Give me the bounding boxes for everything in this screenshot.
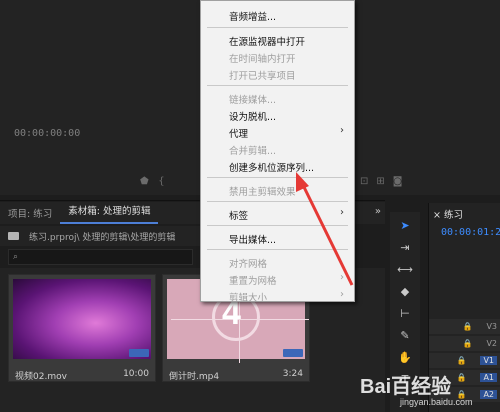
search-input[interactable]: ⌕: [8, 249, 193, 265]
slip-icon[interactable]: ⊢: [397, 306, 413, 322]
menu-separator: [207, 225, 348, 226]
track-label: V2: [486, 339, 497, 348]
lock-icon[interactable]: 🔒: [462, 322, 472, 331]
clip-card[interactable]: 视频02.mov 10:00: [8, 274, 156, 382]
track-header[interactable]: 🔒 V3: [429, 319, 500, 334]
folder-icon[interactable]: [8, 232, 19, 240]
track-label: A1: [480, 373, 497, 382]
track-select-icon[interactable]: ⇥: [397, 240, 413, 256]
track-label: V3: [486, 322, 497, 331]
track-header[interactable]: 🔒 V1: [429, 353, 500, 368]
search-icon: ⌕: [13, 252, 19, 262]
menu-item-audio-gain[interactable]: 音频增益...: [229, 9, 276, 23]
breadcrumb-path: 练习.prproj\ 处理的剪辑\处理的剪辑: [29, 232, 176, 243]
camera-icon[interactable]: ◙: [393, 176, 411, 187]
ripple-edit-icon[interactable]: ⟷: [397, 262, 413, 278]
tab-bin[interactable]: 素材箱: 处理的剪辑: [60, 202, 159, 224]
context-menu: 音频增益... 在源监视器中打开 在时间轴内打开 打开已共享项目 链接媒体...…: [200, 0, 355, 304]
timeline-timecode[interactable]: 00:00:01:2: [441, 227, 500, 238]
menu-item-create-multicam[interactable]: 创建多机位源序列...: [229, 160, 314, 174]
menu-item-proxy[interactable]: 代理: [229, 126, 248, 140]
timeline-tab-label: 练习: [443, 210, 463, 221]
monitor-controls: ⬟ {: [140, 176, 165, 187]
menu-item-export-media[interactable]: 导出媒体...: [229, 232, 276, 246]
razor-icon[interactable]: ◆: [397, 284, 413, 300]
watermark-url: jingyan.baidu.com: [400, 397, 473, 407]
submenu-arrow-icon: ›: [340, 125, 344, 136]
menu-item-make-offline[interactable]: 设为脱机...: [229, 109, 276, 123]
watermark-brand: Bai百经验: [360, 376, 452, 398]
hand-icon[interactable]: ✋: [397, 350, 413, 366]
program-controls: ⊡⊞◙: [360, 176, 410, 187]
breadcrumb: 练习.prproj\ 处理的剪辑\处理的剪辑: [0, 226, 200, 246]
lift-icon[interactable]: ⊡: [360, 176, 376, 187]
clip-duration: 10:00: [123, 369, 149, 379]
submenu-arrow-icon: ›: [340, 289, 344, 300]
menu-item-label[interactable]: 标签: [229, 208, 248, 222]
lock-icon[interactable]: 🔒: [462, 339, 472, 348]
clip-duration: 3:24: [282, 369, 303, 379]
tab-project[interactable]: 项目: 练习: [0, 206, 60, 220]
menu-item-open-in-source[interactable]: 在源监视器中打开: [229, 34, 305, 48]
track-label: A2: [480, 390, 497, 399]
submenu-arrow-icon: ›: [340, 207, 344, 218]
program-monitor: [355, 0, 500, 195]
clip-badge-icon: [129, 349, 149, 357]
menu-item-open-in-timeline: 在时间轴内打开: [229, 54, 296, 65]
menu-item-clip-size: 剪辑大小: [229, 293, 268, 304]
menu-item-merge-clips: 合并剪辑...: [229, 146, 277, 157]
track-label: V1: [480, 356, 497, 365]
source-monitor: 00:00:00:00: [0, 0, 200, 195]
clip-badge-icon: [283, 349, 303, 357]
clip-name: 倒计时.mp4: [169, 372, 220, 382]
selection-tool-icon[interactable]: ➤: [397, 218, 413, 234]
pen-icon[interactable]: ✎: [397, 328, 413, 344]
watermark: Bai百经验 jingyan.baidu.com: [360, 370, 473, 407]
submenu-arrow-icon: ›: [340, 272, 344, 283]
menu-separator: [207, 249, 348, 250]
menu-separator: [207, 85, 348, 86]
menu-item-reset-to-grid: 重置为网格: [229, 276, 277, 287]
menu-item-link-media: 链接媒体...: [229, 95, 277, 106]
track-header[interactable]: 🔒 V2: [429, 336, 500, 351]
timeline-tab[interactable]: × 练习: [433, 207, 463, 221]
lock-icon[interactable]: 🔒: [456, 356, 466, 365]
menu-separator: [207, 201, 348, 202]
menu-item-align-to-grid: 对齐网格: [229, 259, 268, 270]
more-panels-icon[interactable]: »: [375, 206, 381, 217]
clip-name: 视频02.mov: [15, 372, 67, 382]
menu-separator: [207, 177, 348, 178]
source-timecode[interactable]: 00:00:00:00: [14, 128, 80, 139]
in-point-icon[interactable]: {: [158, 176, 164, 187]
lock-icon[interactable]: 🔒: [456, 373, 466, 382]
menu-item-disable-master-effects: 禁用主剪辑效果: [229, 187, 296, 198]
marker-icon[interactable]: ⬟: [140, 176, 149, 187]
menu-item-open-shared: 打开已共享项目: [229, 71, 296, 82]
menu-separator: [207, 27, 348, 28]
clip-thumbnail: [13, 279, 151, 359]
extract-icon[interactable]: ⊞: [376, 176, 392, 187]
